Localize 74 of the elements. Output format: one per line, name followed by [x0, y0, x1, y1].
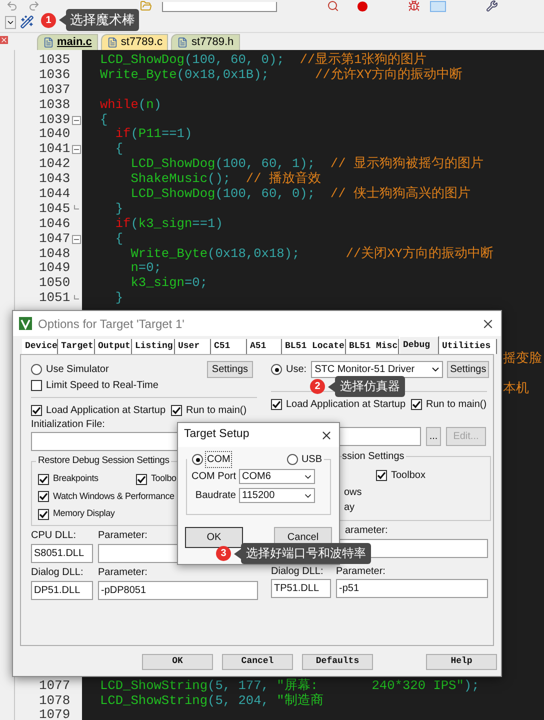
checkbox-label: Toolbo [151, 472, 176, 486]
checkbox-label: Run to main() [426, 398, 487, 412]
radio-label: Use Simulator [46, 363, 109, 377]
code-comment: 本机 [503, 380, 529, 396]
line-number: 1078 [38, 694, 70, 708]
checkbox-label: Memory Display [53, 507, 115, 520]
code-comment: 摇变脸 [503, 350, 542, 366]
code-line: LCD_ShowDog(100, 60, 1); // 显示狗狗被摇匀的图片 [130, 157, 484, 172]
field-label: Parameter: [98, 567, 148, 579]
window-title: Target Setup [184, 427, 250, 442]
checkbox-label: Watch Windows & Performance [53, 490, 174, 503]
line-number: 1045 [38, 202, 70, 217]
code-line: Write_Byte(0x18,0x18); //关闭XY方向的振动中断 [130, 246, 494, 262]
checkbox-label: Breakpoints [53, 472, 98, 486]
code-line: LCD_ShowString(5, 204, "制造商 [100, 694, 324, 708]
callout-tooltip: 选择魔术棒 [66, 9, 139, 31]
radio-label: COM [206, 452, 232, 467]
line-number: 1037 [38, 82, 70, 98]
code-line: { [100, 112, 109, 128]
field-label: arameter: [345, 525, 388, 537]
line-number: 1042 [38, 157, 70, 172]
step-badge: 1 [41, 12, 56, 28]
line-number: 1047 [38, 232, 70, 247]
callout-tooltip: 选择好端口号和波特率 [241, 543, 371, 564]
line-number: 1035 [38, 53, 70, 68]
field-label: Parameter: [98, 530, 148, 542]
line-number: 1048 [38, 246, 70, 262]
checkbox-label: Run to main() [186, 404, 247, 418]
group-label: ssion Settings [342, 450, 406, 464]
code-line: { [114, 142, 124, 158]
radio-label: Use: [286, 363, 307, 377]
checkbox-label: Limit Speed to Real-Time [46, 379, 158, 393]
code-line: } [114, 202, 124, 217]
code-line: LCD_ShowDog(100, 60, 0); //显示第1张狗的图片 [100, 53, 428, 67]
field-label: Initialization File: [31, 419, 105, 431]
line-number: 1036 [38, 68, 70, 83]
code-line: ShakeMusic(); // 播放音效 [130, 172, 322, 188]
checkbox-label: Toolbox [391, 469, 426, 483]
code-line: while(n) [100, 98, 162, 113]
checkbox-label: Load Application at Startup [286, 398, 406, 412]
code-line: LCD_ShowString(5, 177, "屏幕: 240*320 IPS"); [100, 678, 480, 693]
callout-tooltip: 选择仿真器 [335, 376, 405, 397]
line-number: 1040 [38, 127, 70, 142]
line-number: 1050 [38, 276, 70, 292]
line-number: 1051 [38, 291, 70, 306]
line-number: 1079 [38, 708, 70, 720]
field-label: Baudrate [194, 489, 237, 503]
code-line: } [114, 291, 124, 306]
code-line: LCD_ShowDog(100, 60, 0); // 侠士狗狗高兴的图片 [130, 187, 472, 202]
checkbox-label: ows [344, 487, 362, 498]
field-label: Dialog DLL: [31, 567, 84, 579]
line-number: 1044 [38, 187, 70, 202]
code-line: if(k3_sign==1) [114, 216, 224, 232]
line-number: 1039 [38, 112, 70, 128]
checkbox-label: ay [344, 502, 355, 513]
group-label: Restore Debug Session Settings [37, 454, 170, 468]
window-title: Options for Target 'Target 1' [38, 316, 184, 332]
line-number: 1043 [38, 172, 70, 188]
code-line: k3_sign=0; [130, 276, 209, 292]
field-label: Parameter: [336, 566, 386, 578]
radio-label: USB [301, 453, 322, 467]
field-label: COM Port [190, 470, 237, 484]
code-line: Write_Byte(0x18,0x1B); //允许XY方向的振动中断 [100, 68, 464, 83]
line-number: 1038 [38, 98, 70, 113]
code-line: n=0; [130, 261, 162, 276]
code-line: { [114, 232, 124, 247]
line-number: 1041 [38, 142, 70, 158]
line-number: 1049 [38, 261, 70, 276]
field-label: Dialog DLL: [271, 566, 324, 578]
field-label: CPU DLL: [31, 530, 78, 542]
line-number: 1046 [38, 216, 70, 232]
code-line: if(P11==1) [114, 127, 194, 142]
line-number: 1077 [38, 678, 70, 694]
checkbox-label: Load Application at Startup [46, 404, 166, 418]
